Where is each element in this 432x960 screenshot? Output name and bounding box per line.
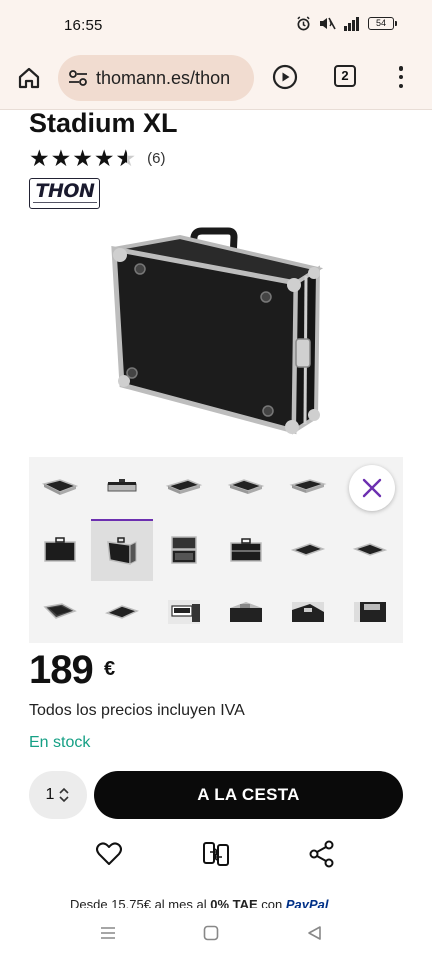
close-gallery-button[interactable] [349,465,395,511]
alarm-icon [297,16,310,31]
tune-icon[interactable] [68,69,88,87]
address-bar[interactable]: thomann.es/thon [58,55,254,101]
status-bar: 16:55 54 [0,0,432,52]
thumbnail[interactable] [29,519,91,581]
thumbnail[interactable] [277,519,339,581]
thumbnail[interactable] [91,581,153,643]
more-vert-icon[interactable] [398,66,404,88]
compare-icon[interactable] [202,840,230,868]
quantity-value: 1 [45,786,55,803]
rating-stars: ★★★★★ [29,145,137,172]
signal-icon [344,17,359,31]
add-to-cart-button[interactable]: A LA CESTA [94,771,403,819]
thumbnail[interactable] [153,519,215,581]
back-icon[interactable] [306,925,322,941]
product-rating[interactable]: ★★★★★ (6) [29,145,165,172]
thumbnail[interactable] [215,581,277,643]
system-nav-bar [0,908,432,960]
tax-note: Todos los precios incluyen IVA [29,702,245,719]
tab-switcher-button[interactable]: 2 [334,65,356,87]
recent-apps-icon[interactable] [100,925,116,941]
thumbnail[interactable] [277,457,339,519]
thumbnail[interactable] [215,519,277,581]
share-icon[interactable] [308,840,336,868]
thumbnail[interactable] [91,457,153,519]
product-title: Stadium XL [29,108,178,138]
thumbnail[interactable] [153,581,215,643]
product-main-image[interactable] [100,225,332,441]
thumbnail[interactable] [29,581,91,643]
thumbnail[interactable] [215,457,277,519]
review-count: (6) [147,150,166,167]
price-currency: € [104,658,116,680]
close-icon [362,478,382,498]
thumbnail[interactable] [277,581,339,643]
product-price: 189 [29,648,94,692]
status-icons: 54 [296,16,397,31]
home-nav-icon[interactable] [203,925,219,941]
thumbnail[interactable] [339,519,401,581]
home-icon[interactable] [16,65,42,91]
heart-icon[interactable] [95,840,123,868]
thumbnail-gallery [29,457,403,643]
browser-toolbar: thomann.es/thon 2 [0,52,432,110]
play-icon[interactable] [272,64,298,90]
battery-icon: 54 [368,17,397,30]
thumbnail[interactable] [29,457,91,519]
brand-logo[interactable]: THON [29,178,100,209]
quantity-selector[interactable]: 1 [29,771,87,819]
mute-icon [320,17,336,30]
status-time: 16:55 [64,17,103,34]
thumbnail[interactable] [339,581,401,643]
stock-status: En stock [29,734,91,751]
url-text: thomann.es/thon [96,68,231,88]
thumbnail-active[interactable] [91,519,153,581]
thumbnail[interactable] [153,457,215,519]
chevron-updown-icon [59,787,70,803]
